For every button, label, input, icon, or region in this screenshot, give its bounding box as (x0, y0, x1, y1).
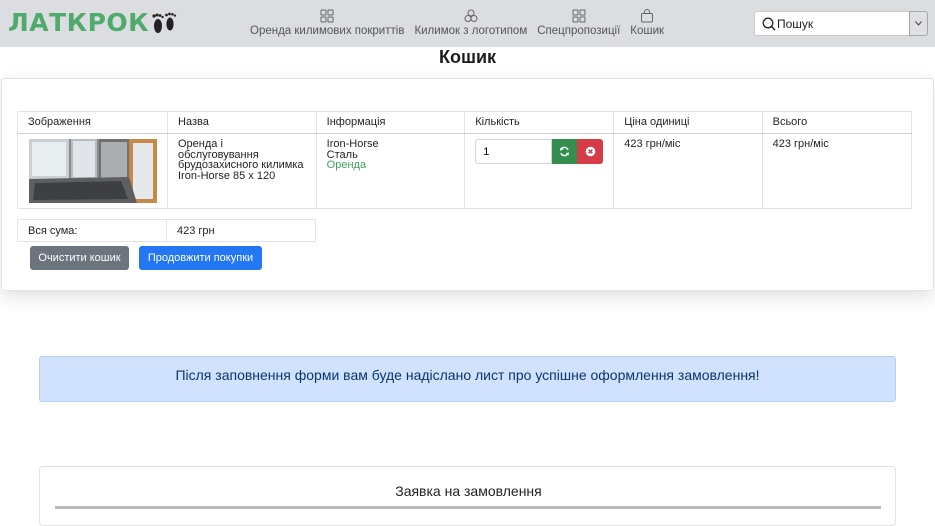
grid-icon (572, 9, 586, 23)
shopping-bag-icon (641, 9, 654, 23)
update-quantity-button[interactable] (552, 139, 578, 164)
header-total: Всього (761, 111, 913, 134)
chevron-down-icon (915, 21, 922, 26)
header-quantity: Кількість (464, 111, 615, 134)
cell-unit-price: 423 грн/міс (613, 133, 763, 209)
main-nav: Оренда килимових покриттів Килимок з лог… (250, 9, 674, 37)
total-label: Вся сума: (17, 219, 167, 242)
quantity-input[interactable] (475, 139, 553, 164)
circles-icon (464, 9, 478, 22)
logo-text: ЛАТКРОК (8, 8, 150, 37)
remove-item-button[interactable] (577, 139, 604, 164)
search-icon (762, 17, 776, 31)
table-row: Оренда і обслуговування брудозахисного к… (17, 133, 913, 209)
close-circle-icon (585, 146, 596, 157)
continue-shopping-button[interactable]: Продовжити покупки (139, 246, 262, 270)
cart-card: Зображення Назва Інформація Кількість Ці… (1, 78, 934, 291)
header-image: Зображення (17, 111, 168, 134)
nav-item-rental[interactable]: Оренда килимових покриттів (250, 9, 404, 37)
cell-info: Iron-Horse Сталь Оренда (315, 133, 466, 209)
cart-total-table: Вся сума: 423 грн (17, 219, 316, 242)
order-form-title: Заявка на замовлення (395, 483, 542, 499)
order-form-card: Заявка на замовлення (39, 466, 896, 526)
clear-cart-button[interactable]: Очистити кошик (30, 246, 129, 270)
nav-item-special-offers[interactable]: Спецпропозиції (537, 9, 620, 37)
cell-image (17, 133, 168, 209)
cell-quantity (464, 133, 615, 209)
nav-label-special-offers: Спецпропозиції (537, 25, 621, 37)
grid-icon (320, 9, 334, 23)
search-dropdown-button[interactable] (909, 11, 928, 36)
header-unit-price: Ціна одиниці (613, 111, 763, 134)
success-notice: Після заповнення форми вам буде надіслан… (39, 356, 896, 402)
search-input[interactable] (777, 14, 905, 33)
header-name: Назва (167, 111, 317, 134)
cart-header-row: Зображення Назва Інформація Кількість Ці… (17, 111, 913, 134)
refresh-icon (560, 146, 570, 157)
product-image[interactable] (29, 139, 157, 203)
cart-table: Зображення Назва Інформація Кількість Ці… (17, 111, 913, 209)
navbar: ЛАТКРОК Оренда килимових покриттів Килим… (0, 0, 935, 47)
footprints-icon (152, 12, 177, 33)
header-info: Інформація (315, 111, 466, 134)
cell-total: 423 грн/міс (761, 133, 913, 209)
nav-label-logo-mat: Килимок з логотипом (414, 25, 528, 37)
page-title: Кошик (438, 47, 497, 67)
divider (55, 506, 881, 509)
info-brand: Iron-Horse (326, 138, 379, 150)
quantity-control (475, 139, 604, 164)
info-type: Оренда (326, 159, 367, 171)
nav-item-cart[interactable]: Кошик (630, 9, 664, 37)
cell-product-name: Оренда і обслуговування брудозахисного к… (167, 133, 317, 209)
search (754, 11, 928, 36)
nav-label-rental: Оренда килимових покриттів (250, 25, 405, 37)
search-box (754, 11, 910, 36)
nav-label-cart: Кошик (630, 25, 665, 37)
nav-item-logo-mat[interactable]: Килимок з логотипом (414, 9, 527, 37)
total-row: Вся сума: 423 грн (17, 219, 316, 242)
total-value: 423 грн (166, 219, 316, 242)
logo[interactable]: ЛАТКРОК (8, 9, 179, 37)
